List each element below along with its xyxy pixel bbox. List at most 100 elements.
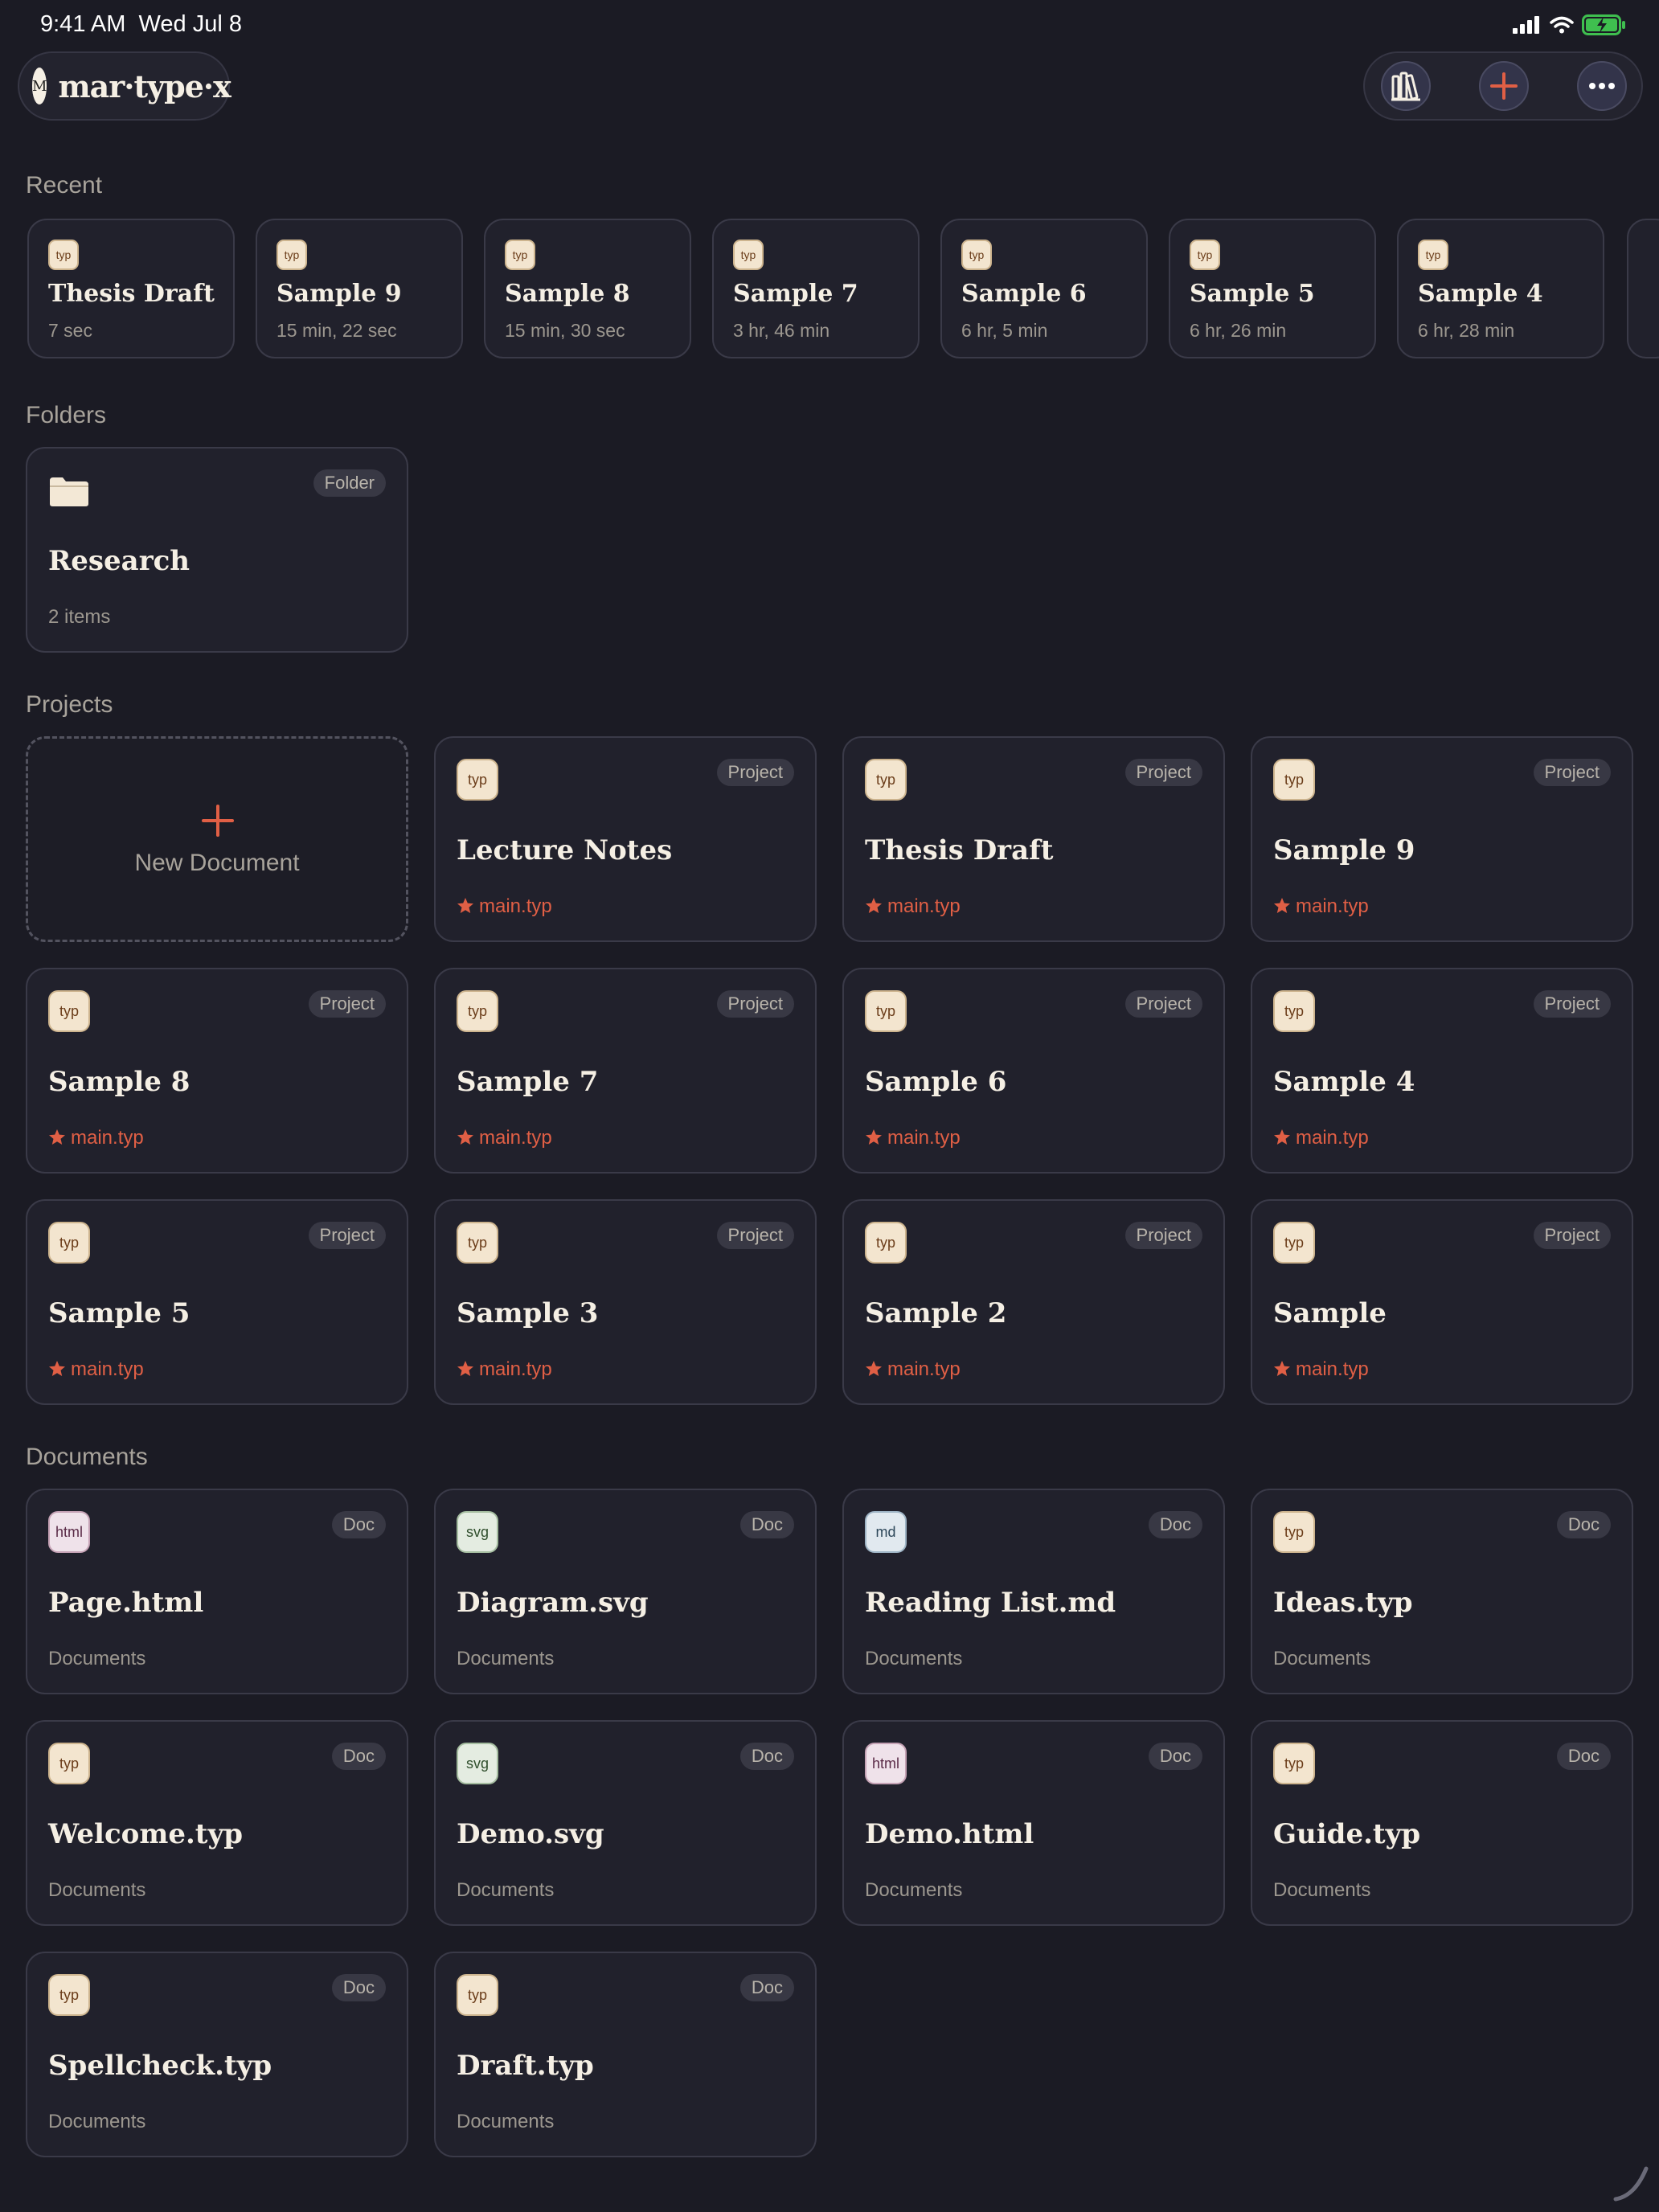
document-card[interactable]: html Doc Demo.html Documents [842, 1720, 1225, 1926]
typ-file-icon: typ [961, 240, 992, 270]
project-card[interactable]: typ Project Sample 4 main.typ [1251, 968, 1633, 1174]
document-badge: Doc [739, 1511, 794, 1538]
typ-file-icon: typ [457, 1222, 498, 1264]
project-main-file: main.typ [457, 895, 552, 918]
recent-card[interactable]: typ Sample 6 6 hr, 5 min [940, 219, 1148, 358]
document-badge: Doc [331, 1743, 386, 1770]
plus-icon [1490, 72, 1518, 100]
resize-handle-icon [1613, 2166, 1649, 2202]
typ-file-icon: typ [865, 990, 907, 1032]
section-title-folders: Folders [26, 402, 107, 428]
document-card[interactable]: typ Doc Spellcheck.typ Documents [26, 1952, 408, 2157]
project-main-file: main.typ [865, 1358, 961, 1381]
section-title-projects: Projects [26, 691, 113, 718]
recent-card-time: 15 min, 30 sec [505, 320, 625, 341]
recent-card-time: 15 min, 22 sec [276, 320, 397, 341]
document-card[interactable]: typ Doc Guide.typ Documents [1251, 1720, 1633, 1926]
document-title: Demo.svg [457, 1818, 604, 1850]
typ-file-icon: typ [1273, 1511, 1315, 1553]
app-logo-icon: M [32, 68, 47, 104]
typ-file-icon: typ [1273, 1222, 1315, 1264]
document-card[interactable]: svg Doc Demo.svg Documents [434, 1720, 817, 1926]
recent-card-time: 6 hr, 28 min [1418, 320, 1515, 341]
project-card[interactable]: typ Project Thesis Draft main.typ [842, 736, 1225, 942]
recent-card[interactable]: typ Sample 8 15 min, 30 sec [484, 219, 691, 358]
more-options-button[interactable] [1577, 61, 1627, 111]
document-badge: Doc [1148, 1743, 1202, 1770]
project-card[interactable]: typ Project Sample 6 main.typ [842, 968, 1225, 1174]
document-location: Documents [1273, 1879, 1371, 1901]
folder-card[interactable]: Folder Research 2 items [26, 447, 408, 653]
typ-file-icon: typ [733, 240, 764, 270]
project-file-name: main.typ [479, 1358, 552, 1380]
project-card[interactable]: typ Project Sample 2 main.typ [842, 1199, 1225, 1405]
project-title: Sample 2 [865, 1297, 1007, 1329]
document-location: Documents [48, 2111, 146, 2132]
library-icon [1391, 72, 1420, 101]
document-location: Documents [1273, 1648, 1371, 1669]
project-card[interactable]: typ Project Sample 9 main.typ [1251, 736, 1633, 942]
app-logo-button[interactable]: M mar·type·x [18, 51, 231, 121]
project-card[interactable]: typ Project Sample 7 main.typ [434, 968, 817, 1174]
document-badge: Doc [331, 1974, 386, 2001]
md-file-icon: md [865, 1511, 907, 1553]
project-file-name: main.typ [887, 1127, 961, 1149]
project-card[interactable]: typ Project Lecture Notes main.typ [434, 736, 817, 942]
plus-icon [202, 805, 234, 837]
library-button[interactable] [1381, 61, 1431, 111]
recent-card[interactable]: typ Sample 5 6 hr, 26 min [1169, 219, 1376, 358]
recent-card-title: Sample 4 [1418, 280, 1543, 308]
app-logo-text: mar·type·x [58, 68, 231, 104]
project-file-name: main.typ [887, 895, 961, 917]
document-title: Demo.html [865, 1818, 1034, 1850]
document-badge: Doc [739, 1743, 794, 1770]
document-card[interactable]: html Doc Page.html Documents [26, 1489, 408, 1694]
document-location: Documents [457, 2111, 555, 2132]
document-card[interactable]: svg Doc Diagram.svg Documents [434, 1489, 817, 1694]
document-card[interactable]: typ Doc Ideas.typ Documents [1251, 1489, 1633, 1694]
project-main-file: main.typ [457, 1358, 552, 1381]
cellular-signal-icon [1513, 16, 1539, 34]
document-location: Documents [865, 1648, 963, 1669]
project-card[interactable]: typ Project Sample 3 main.typ [434, 1199, 817, 1405]
project-file-name: main.typ [479, 1127, 552, 1149]
project-badge: Project [1124, 759, 1202, 786]
recent-card-partial[interactable] [1627, 219, 1659, 358]
project-main-file: main.typ [865, 1127, 961, 1149]
recent-card[interactable]: typ Thesis Draft 7 sec [27, 219, 235, 358]
typ-file-icon: typ [48, 1222, 90, 1264]
new-document-button[interactable]: New Document [26, 736, 408, 942]
project-badge: Project [716, 759, 794, 786]
project-title: Sample 4 [1273, 1066, 1415, 1098]
project-badge: Project [716, 1222, 794, 1249]
typ-file-icon: typ [457, 990, 498, 1032]
project-main-file: main.typ [1273, 1358, 1369, 1381]
recent-card-title: Thesis Draft [48, 280, 215, 308]
document-badge: Doc [739, 1974, 794, 2001]
document-title: Draft.typ [457, 2050, 594, 2082]
typ-file-icon: typ [865, 759, 907, 801]
project-main-file: main.typ [48, 1358, 144, 1381]
project-title: Sample 5 [48, 1297, 190, 1329]
project-file-name: main.typ [71, 1358, 144, 1380]
typ-file-icon: typ [505, 240, 535, 270]
document-card[interactable]: typ Doc Draft.typ Documents [434, 1952, 817, 2157]
recent-card[interactable]: typ Sample 4 6 hr, 28 min [1397, 219, 1604, 358]
project-card[interactable]: typ Project Sample 5 main.typ [26, 1199, 408, 1405]
typ-file-icon: typ [1273, 990, 1315, 1032]
typ-file-icon: typ [48, 990, 90, 1032]
recent-card[interactable]: typ Sample 9 15 min, 22 sec [256, 219, 463, 358]
add-document-button[interactable] [1479, 61, 1529, 111]
project-badge: Project [1124, 990, 1202, 1018]
recent-card[interactable]: typ Sample 7 3 hr, 46 min [712, 219, 920, 358]
document-card[interactable]: typ Doc Welcome.typ Documents [26, 1720, 408, 1926]
document-card[interactable]: md Doc Reading List.md Documents [842, 1489, 1225, 1694]
project-card[interactable]: typ Project Sample main.typ [1251, 1199, 1633, 1405]
project-card[interactable]: typ Project Sample 8 main.typ [26, 968, 408, 1174]
star-icon [1274, 1361, 1290, 1376]
project-file-name: main.typ [1296, 1127, 1369, 1149]
typ-file-icon: typ [48, 1974, 90, 2016]
star-icon [457, 1361, 473, 1376]
project-title: Sample 8 [48, 1066, 190, 1098]
folder-item-count: 2 items [48, 606, 111, 628]
